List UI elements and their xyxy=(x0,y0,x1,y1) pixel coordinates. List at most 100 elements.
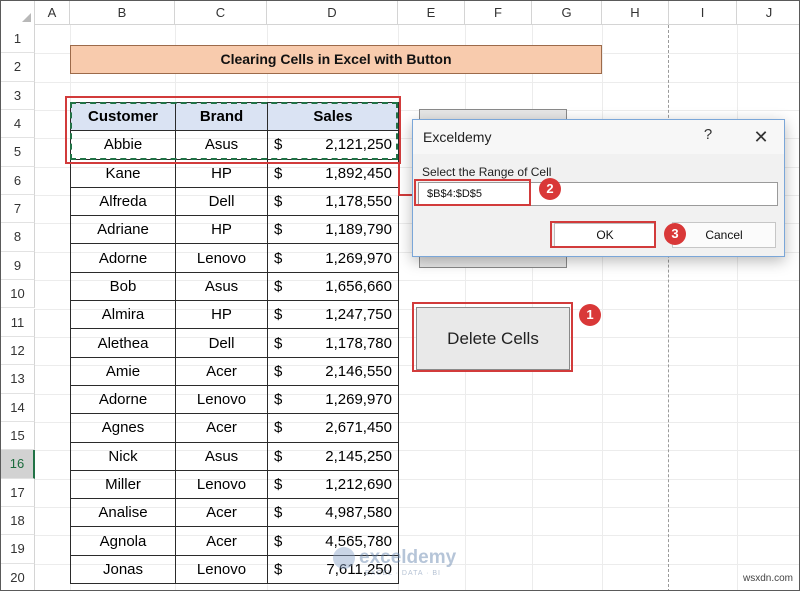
cell-sales[interactable]: $1,656,660 xyxy=(267,271,399,302)
col-header-i[interactable]: I xyxy=(669,1,737,25)
cell-brand[interactable]: Lenovo xyxy=(175,554,268,585)
col-header-g[interactable]: G xyxy=(532,1,602,25)
cell-brand[interactable]: HP xyxy=(175,158,268,188)
cell-sales[interactable]: $2,671,450 xyxy=(267,413,399,443)
cell-brand[interactable]: Lenovo xyxy=(175,243,268,273)
row-header-10[interactable]: 10 xyxy=(1,280,35,309)
dialog-title: Exceldemy xyxy=(423,129,492,145)
cell-customer[interactable]: Alfreda xyxy=(70,186,176,217)
cell-brand[interactable]: Dell xyxy=(175,186,268,217)
cell-brand[interactable]: Lenovo xyxy=(175,469,268,500)
row-header-14[interactable]: 14 xyxy=(1,393,35,422)
cancel-button[interactable]: Cancel xyxy=(672,222,776,248)
cell-sales[interactable]: $1,269,970 xyxy=(267,243,399,273)
table-row: Nick Asus $2,145,250 xyxy=(70,441,399,471)
cell-sales[interactable]: $1,269,970 xyxy=(267,384,399,415)
cell-sales[interactable]: $1,178,550 xyxy=(267,186,399,217)
row-header-5[interactable]: 5 xyxy=(1,138,35,167)
row-header-6[interactable]: 6 xyxy=(1,166,35,196)
cell-customer[interactable]: Agnes xyxy=(70,413,176,443)
col-header-b[interactable]: B xyxy=(70,1,175,25)
cell-sales[interactable]: $1,247,750 xyxy=(267,300,399,330)
cell-sales[interactable]: $1,189,790 xyxy=(267,215,399,245)
cell-brand[interactable]: HP xyxy=(175,215,268,245)
row-header-17[interactable]: 17 xyxy=(1,478,35,507)
row-header-1[interactable]: 1 xyxy=(1,25,35,54)
sales-amount: 2,121,250 xyxy=(325,136,392,154)
cell-brand[interactable]: Acer xyxy=(175,356,268,386)
row-header-13[interactable]: 13 xyxy=(1,365,35,394)
cell-customer[interactable]: Amie xyxy=(70,356,176,386)
header-brand[interactable]: Brand xyxy=(175,101,268,132)
col-header-d[interactable]: D xyxy=(267,1,398,25)
range-input[interactable]: $B$4:$D$5 xyxy=(418,182,778,206)
dialog-titlebar[interactable]: Exceldemy ? ✕ xyxy=(413,120,784,154)
gridline xyxy=(35,81,799,83)
header-sales[interactable]: Sales xyxy=(267,101,399,132)
currency-symbol: $ xyxy=(274,306,283,324)
help-icon[interactable]: ? xyxy=(698,126,718,143)
cell-brand[interactable]: Acer xyxy=(175,413,268,443)
cell-sales[interactable]: $1,178,780 xyxy=(267,328,399,358)
row-header-3[interactable]: 3 xyxy=(1,81,35,111)
col-header-h[interactable]: H xyxy=(602,1,669,25)
col-header-f[interactable]: F xyxy=(465,1,532,25)
cell-sales[interactable]: $2,145,250 xyxy=(267,441,399,471)
header-customer[interactable]: Customer xyxy=(70,101,176,132)
dialog-prompt: Select the Range of Cell xyxy=(422,165,552,179)
sheet-title[interactable]: Clearing Cells in Excel with Button xyxy=(70,45,602,74)
cell-customer[interactable]: Miller xyxy=(70,469,176,500)
cell-customer[interactable]: Adorne xyxy=(70,384,176,415)
cell-brand[interactable]: Asus xyxy=(175,130,268,160)
connector-line xyxy=(398,164,400,196)
sales-value-wrapper: $2,146,550 xyxy=(274,363,392,380)
sales-value-wrapper: $1,656,660 xyxy=(274,278,392,295)
cell-sales[interactable]: $2,121,250 xyxy=(267,130,399,160)
col-header-j[interactable]: J xyxy=(737,1,799,25)
row-header-7[interactable]: 7 xyxy=(1,195,35,224)
cell-sales[interactable]: $4,987,580 xyxy=(267,498,399,528)
row-header-15[interactable]: 15 xyxy=(1,421,35,451)
col-header-c[interactable]: C xyxy=(175,1,267,25)
cell-brand[interactable]: HP xyxy=(175,300,268,330)
cell-customer[interactable]: Agnola xyxy=(70,526,176,556)
row-header-20[interactable]: 20 xyxy=(1,563,35,590)
cell-customer[interactable]: Analise xyxy=(70,498,176,528)
cell-sales[interactable]: $1,892,450 xyxy=(267,158,399,188)
cell-customer[interactable]: Nick xyxy=(70,441,176,471)
col-header-a[interactable]: A xyxy=(35,1,70,25)
ok-button[interactable]: OK xyxy=(554,223,656,247)
cell-customer[interactable]: Alethea xyxy=(70,328,176,358)
table-row: Almira HP $1,247,750 xyxy=(70,300,399,330)
cell-customer[interactable]: Jonas xyxy=(70,554,176,585)
cell-sales[interactable]: $2,146,550 xyxy=(267,356,399,386)
row-header-19[interactable]: 19 xyxy=(1,535,35,564)
cell-brand[interactable]: Acer xyxy=(175,526,268,556)
col-header-e[interactable]: E xyxy=(398,1,465,25)
cell-customer[interactable]: Abbie xyxy=(70,130,176,160)
row-header-8[interactable]: 8 xyxy=(1,223,35,252)
row-header-12[interactable]: 12 xyxy=(1,336,35,366)
cell-brand[interactable]: Dell xyxy=(175,328,268,358)
row-header-4[interactable]: 4 xyxy=(1,110,35,139)
cell-customer[interactable]: Adorne xyxy=(70,243,176,273)
delete-cells-button[interactable]: Delete Cells xyxy=(416,307,570,370)
cell-brand[interactable]: Asus xyxy=(175,271,268,302)
close-icon[interactable]: ✕ xyxy=(747,123,775,151)
cell-brand[interactable]: Asus xyxy=(175,441,268,471)
row-header-16[interactable]: 16 xyxy=(1,450,35,479)
row-header-18[interactable]: 18 xyxy=(1,506,35,536)
row-header-11[interactable]: 11 xyxy=(1,308,35,337)
row-header-2[interactable]: 2 xyxy=(1,53,35,82)
select-all-corner[interactable] xyxy=(1,1,35,25)
cell-sales[interactable]: $1,212,690 xyxy=(267,469,399,500)
cell-brand[interactable]: Acer xyxy=(175,498,268,528)
sales-value-wrapper: $2,145,250 xyxy=(274,448,392,465)
cell-brand[interactable]: Lenovo xyxy=(175,384,268,415)
cell-customer[interactable]: Adriane xyxy=(70,215,176,245)
cell-customer[interactable]: Almira xyxy=(70,300,176,330)
cell-customer[interactable]: Bob xyxy=(70,271,176,302)
cell-customer[interactable]: Kane xyxy=(70,158,176,188)
currency-symbol: $ xyxy=(274,476,283,493)
row-header-9[interactable]: 9 xyxy=(1,251,35,281)
